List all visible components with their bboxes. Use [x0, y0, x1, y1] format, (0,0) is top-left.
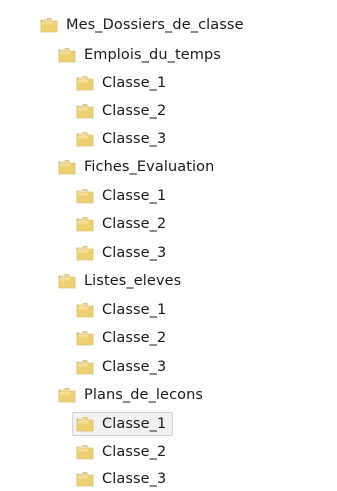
tree-item-label: Listes_eleves [84, 273, 182, 289]
tree-item-label: Classe_1 [102, 416, 167, 432]
tree-item-classe-1[interactable]: Classe_1 [76, 185, 166, 207]
tree-item-listes-eleves[interactable]: Listes_eleves [58, 270, 181, 292]
folder-icon [76, 245, 94, 261]
tree-item-classe-1[interactable]: Classe_1 [76, 299, 166, 321]
folder-icon [76, 302, 94, 318]
tree-item-label: Classe_3 [102, 245, 167, 261]
tree-item-plans-de-lecons[interactable]: Plans_de_lecons [58, 384, 203, 406]
tree-item-label: Classe_3 [102, 359, 167, 375]
tree-item-label: Classe_1 [102, 75, 167, 91]
folder-icon [76, 131, 94, 147]
folder-icon [76, 359, 94, 375]
folder-icon [40, 17, 58, 33]
tree-item-label: Classe_2 [102, 216, 167, 232]
tree-item-classe-2[interactable]: Classe_2 [76, 100, 166, 122]
tree-item-classe-3[interactable]: Classe_3 [76, 468, 166, 490]
tree-item-classe-2[interactable]: Classe_2 [76, 327, 166, 349]
folder-tree: Mes_Dossiers_de_classe Emplois_du_temps … [0, 0, 337, 491]
tree-item-classe-3[interactable]: Classe_3 [76, 356, 166, 378]
folder-icon [76, 471, 94, 487]
tree-item-classe-3[interactable]: Classe_3 [76, 128, 166, 150]
tree-item-label: Mes_Dossiers_de_classe [66, 17, 244, 33]
folder-icon [76, 444, 94, 460]
tree-item-label: Classe_2 [102, 103, 167, 119]
tree-item-fiches-evaluation[interactable]: Fiches_Evaluation [58, 156, 214, 178]
folder-icon [76, 103, 94, 119]
tree-item-label: Classe_3 [102, 471, 167, 487]
tree-item-root[interactable]: Mes_Dossiers_de_classe [40, 14, 244, 36]
tree-item-label: Classe_3 [102, 131, 167, 147]
folder-icon [76, 216, 94, 232]
tree-item-classe-1[interactable]: Classe_1 [76, 72, 166, 94]
tree-item-label: Plans_de_lecons [84, 387, 204, 403]
tree-item-emplois-du-temps[interactable]: Emplois_du_temps [58, 44, 221, 66]
folder-icon [76, 188, 94, 204]
folder-icon [58, 159, 76, 175]
tree-item-classe-2[interactable]: Classe_2 [76, 213, 166, 235]
tree-item-label: Classe_1 [102, 188, 167, 204]
tree-item-label: Classe_1 [102, 302, 167, 318]
folder-icon [58, 387, 76, 403]
tree-item-classe-3[interactable]: Classe_3 [76, 242, 166, 264]
tree-item-label: Fiches_Evaluation [84, 159, 215, 175]
folder-icon [76, 75, 94, 91]
tree-item-classe-1-selected[interactable]: Classe_1 [72, 412, 174, 436]
tree-item-classe-2[interactable]: Classe_2 [76, 441, 166, 463]
tree-item-label: Classe_2 [102, 444, 167, 460]
folder-icon [58, 273, 76, 289]
folder-icon [76, 416, 94, 432]
folder-icon [76, 330, 94, 346]
tree-item-label: Emplois_du_temps [84, 47, 221, 63]
folder-icon [58, 47, 76, 63]
tree-item-label: Classe_2 [102, 330, 167, 346]
